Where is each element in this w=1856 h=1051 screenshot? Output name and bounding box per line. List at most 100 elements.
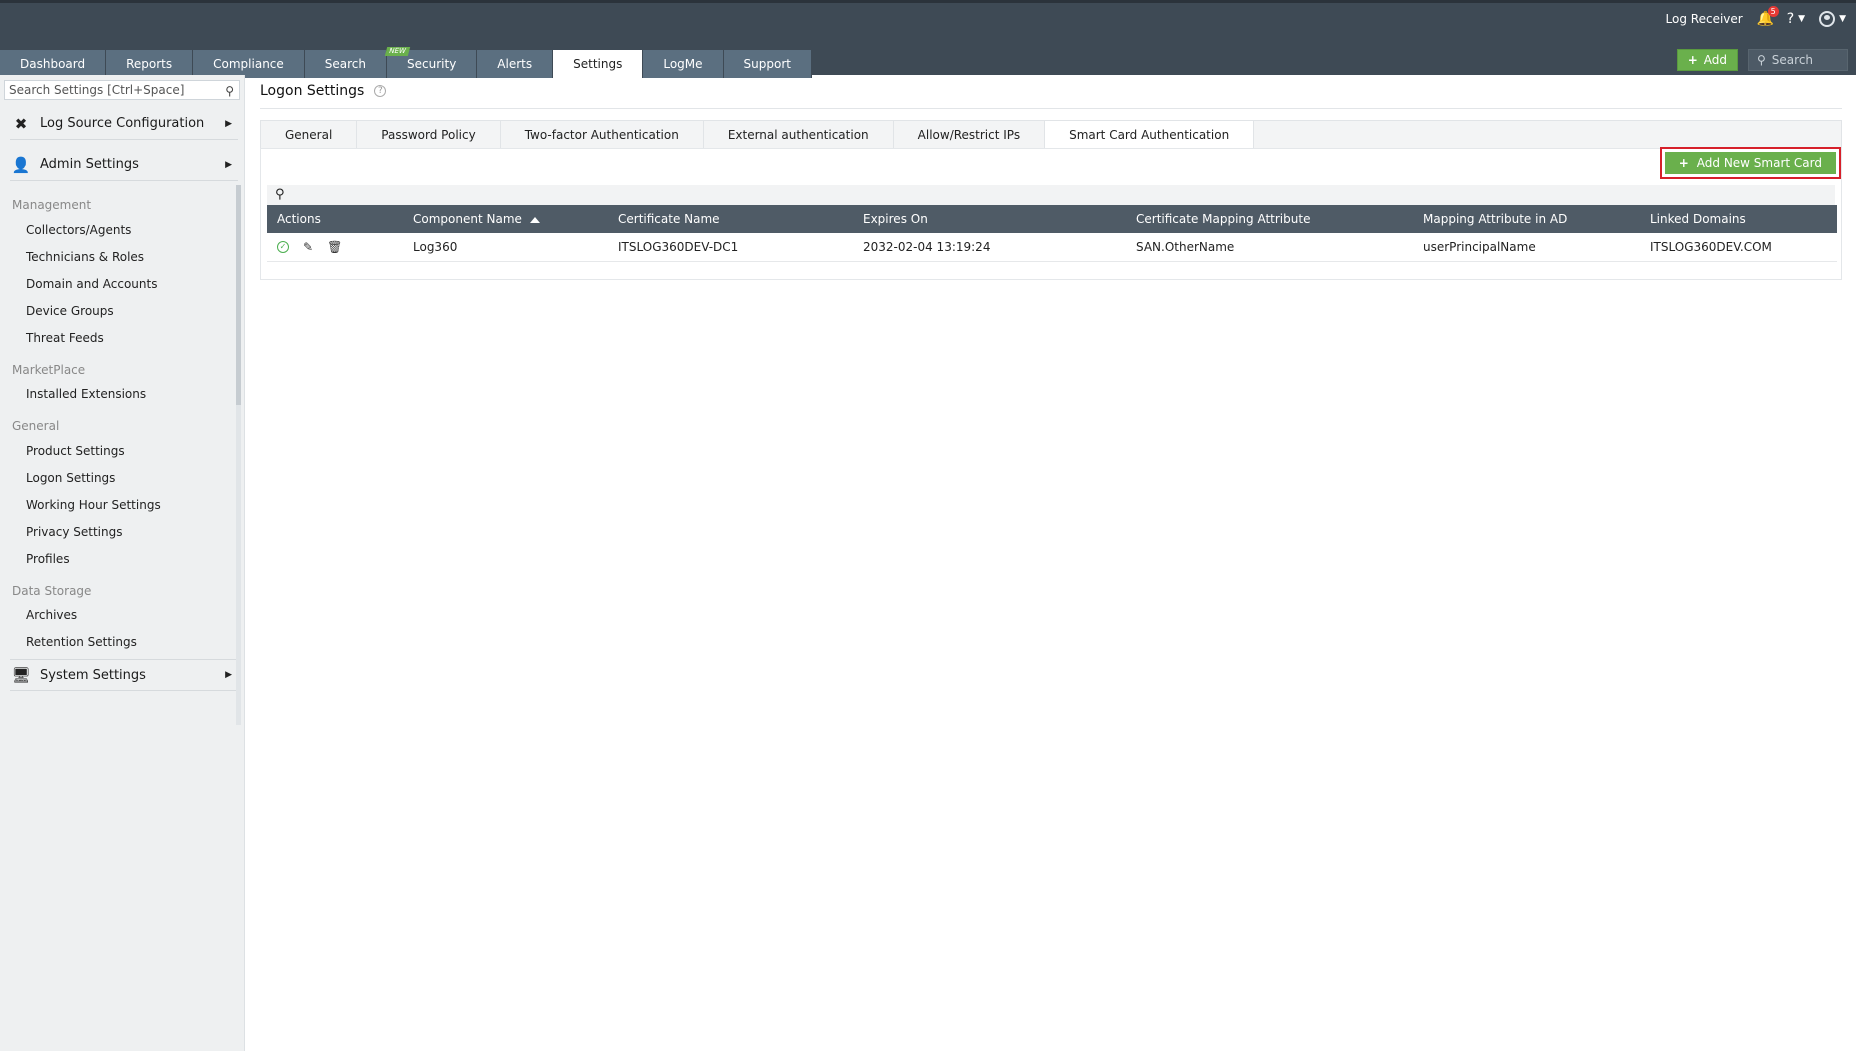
tab-label: Settings (573, 57, 623, 71)
category-management: Management (12, 198, 92, 212)
tab-search[interactable]: Search (304, 50, 388, 78)
tab-support[interactable]: Support (723, 50, 812, 78)
monitor-settings-icon: 🖥 (11, 666, 31, 684)
subtab-password-policy[interactable]: Password Policy (357, 121, 501, 149)
col-label: Component Name (413, 212, 522, 226)
account-label: Log Receiver (1665, 12, 1743, 26)
sort-ascending-icon (529, 216, 540, 223)
account-menu[interactable]: Log Receiver (1666, 12, 1743, 26)
delete-trash-icon[interactable]: 🗑 (327, 240, 342, 254)
tab-compliance[interactable]: Compliance (193, 50, 305, 78)
page-title: Logon Settings ? (260, 83, 387, 99)
table-header-row: Actions Component Name Certificate Name … (267, 205, 1837, 233)
tab-dashboard[interactable]: Dashboard (0, 50, 107, 78)
col-actions: Actions (277, 212, 321, 226)
cell-certificate: ITSLOG360DEV-DC1 (608, 233, 853, 262)
sidebar-section-admin[interactable]: 👤 Admin Settings ▶ (10, 149, 238, 181)
tab-security[interactable]: NEW Security (384, 47, 478, 78)
sidebar-item-device-groups[interactable]: Device Groups (26, 304, 114, 318)
help-icon[interactable]: ? (374, 85, 387, 97)
col-cert-mapping-attr[interactable]: Certificate Mapping Attribute (1126, 205, 1413, 233)
chevron-right-icon: ▶ (225, 118, 232, 129)
tab-label: Dashboard (20, 57, 86, 71)
top-bar: Log Receiver 🔔 5 ? ▼ ▼ Dashboard Reports C… (0, 0, 1856, 78)
settings-search-input[interactable]: Search Settings [Ctrl+Space] ⚲ (4, 80, 240, 100)
subtab-two-factor[interactable]: Two-factor Authentication (501, 121, 704, 149)
sidebar-item-installed-extensions[interactable]: Installed Extensions (26, 387, 146, 401)
user-menu[interactable]: ▼ (1819, 11, 1846, 27)
add-label: Add (1703, 53, 1727, 67)
sidebar-item-collectors[interactable]: Collectors/Agents (26, 223, 131, 237)
sidebar-item-threat-feeds[interactable]: Threat Feeds (26, 331, 104, 345)
tab-label: Security (407, 57, 457, 71)
add-smart-card-highlight: + Add New Smart Card (1659, 147, 1841, 179)
subtab-smart-card[interactable]: Smart Card Authentication (1045, 121, 1255, 149)
settings-sidebar: Search Settings [Ctrl+Space] ⚲ ✖ Log Sou… (0, 75, 245, 1051)
chevron-right-icon: ▶ (225, 670, 232, 680)
sidebar-item-product-settings[interactable]: Product Settings (26, 444, 125, 458)
search-icon[interactable]: ⚲ (275, 187, 285, 202)
smart-card-table: Actions Component Name Certificate Name … (267, 205, 1837, 262)
sidebar-section-system[interactable]: 🖥 System Settings ▶ (10, 659, 238, 691)
top-actions: + Add ⚲ Search (1676, 49, 1848, 71)
col-linked-domains[interactable]: Linked Domains (1640, 205, 1837, 233)
sidebar-item-domain[interactable]: Domain and Accounts (26, 277, 157, 291)
cell-domains: ITSLOG360DEV.COM (1640, 233, 1837, 262)
sidebar-item-retention[interactable]: Retention Settings (26, 635, 137, 649)
page-title-text: Logon Settings (260, 83, 365, 99)
sidebar-item-archives[interactable]: Archives (26, 608, 77, 622)
sidebar-item-logon-settings[interactable]: Logon Settings (26, 471, 115, 485)
section-label: Log Source Configuration (40, 116, 205, 131)
chevron-right-icon: ▶ (225, 159, 232, 170)
caret-down-icon: ▼ (1839, 14, 1846, 24)
cell-mapping-ad: userPrincipalName (1413, 233, 1640, 262)
main-nav-tabs: Dashboard Reports Compliance Search NEW S… (0, 47, 812, 78)
user-avatar-icon (1819, 11, 1836, 27)
col-certificate-name[interactable]: Certificate Name (608, 205, 853, 233)
sidebar-scrollbar[interactable] (236, 185, 241, 405)
section-label: Admin Settings (40, 157, 139, 172)
sidebar-item-technicians[interactable]: Technicians & Roles (26, 250, 144, 264)
caret-down-icon: ▼ (1798, 14, 1806, 24)
cell-component: Log360 (403, 233, 608, 262)
tab-reports[interactable]: Reports (106, 50, 194, 78)
tab-settings[interactable]: Settings (553, 50, 644, 78)
sidebar-item-profiles[interactable]: Profiles (26, 552, 70, 566)
row-actions: ✓ ✎ 🗑 (267, 233, 403, 262)
tab-label: Alerts (497, 57, 533, 71)
logon-settings-tabs: General Password Policy Two-factor Authe… (260, 120, 1842, 149)
add-new-smart-card-button[interactable]: + Add New Smart Card (1664, 152, 1836, 174)
help-menu[interactable]: ? ▼ (1787, 11, 1805, 27)
tab-label: Reports (126, 57, 173, 71)
tools-icon: ✖ (14, 114, 28, 133)
search-icon[interactable]: ⚲ (225, 82, 234, 100)
tab-alerts[interactable]: Alerts (477, 50, 554, 78)
cell-mapping-attr: SAN.OtherName (1126, 233, 1413, 262)
col-component-name[interactable]: Component Name (403, 205, 608, 233)
smart-card-panel: + Add New Smart Card ⚲ Actions Component… (260, 147, 1842, 280)
enabled-check-icon[interactable]: ✓ (277, 240, 289, 253)
global-search-input[interactable]: ⚲ Search (1748, 49, 1848, 71)
search-icon: ⚲ (1757, 53, 1766, 67)
divider (260, 108, 1842, 109)
new-badge: NEW (384, 47, 410, 56)
plus-icon: + (1678, 156, 1689, 170)
search-placeholder: Search (1771, 53, 1814, 67)
add-smart-card-label: Add New Smart Card (1696, 156, 1822, 170)
edit-pencil-icon[interactable]: ✎ (303, 240, 313, 254)
subtab-external-auth[interactable]: External authentication (704, 121, 894, 149)
sidebar-section-log-source[interactable]: ✖ Log Source Configuration ▶ (10, 108, 238, 140)
col-mapping-attr-ad[interactable]: Mapping Attribute in AD (1413, 205, 1640, 233)
subtab-general[interactable]: General (261, 121, 358, 149)
settings-search-placeholder: Search Settings [Ctrl+Space] (9, 83, 185, 97)
add-button[interactable]: + Add (1676, 49, 1738, 71)
category-data-storage: Data Storage (12, 584, 92, 598)
col-expires-on[interactable]: Expires On (853, 205, 1126, 233)
sidebar-item-privacy[interactable]: Privacy Settings (26, 525, 122, 539)
notification-bell-icon[interactable]: 🔔 5 (1757, 6, 1779, 27)
help-icon: ? (1786, 11, 1795, 27)
sidebar-item-working-hour[interactable]: Working Hour Settings (26, 498, 161, 512)
table-search-bar[interactable]: ⚲ (267, 185, 1835, 205)
subtab-allow-restrict-ips[interactable]: Allow/Restrict IPs (894, 121, 1046, 149)
tab-logme[interactable]: LogMe (643, 50, 724, 78)
